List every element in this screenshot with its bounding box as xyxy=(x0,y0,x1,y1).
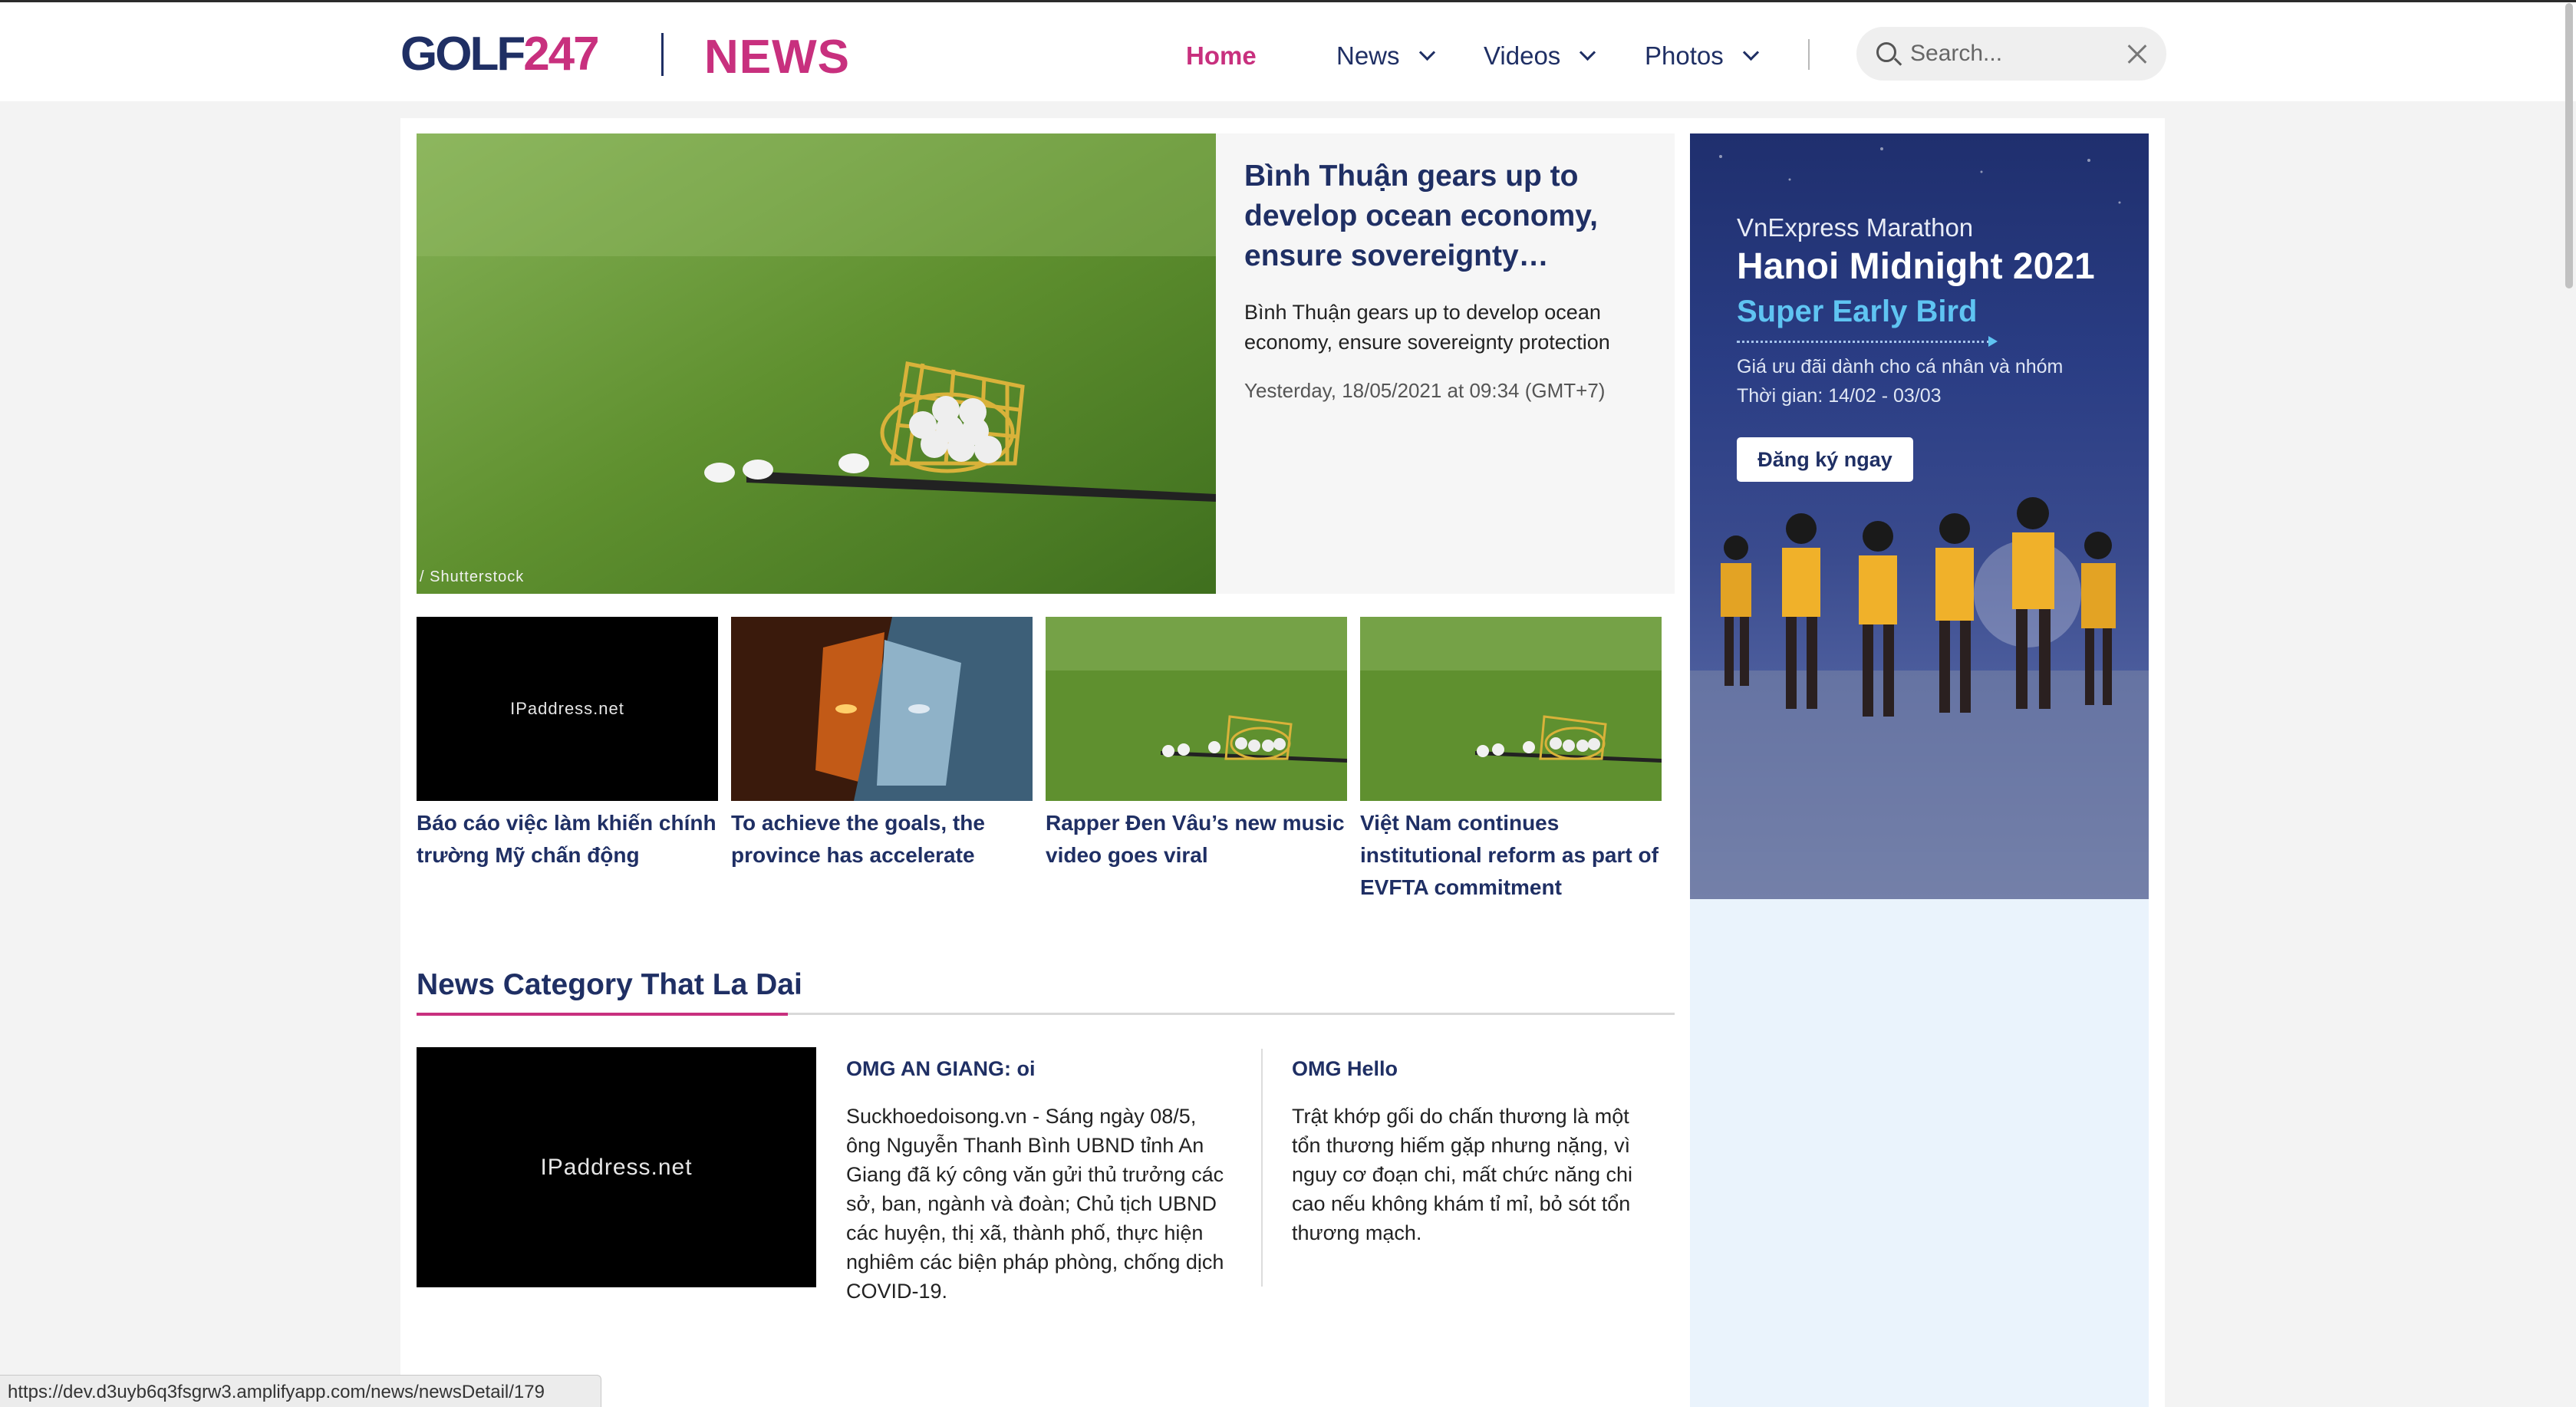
movie-poster-image xyxy=(731,617,1033,801)
hero-image[interactable]: / Shutterstock xyxy=(417,133,1216,594)
thumb-title-4[interactable]: Việt Nam continues institutional reform … xyxy=(1360,807,1662,904)
ad-line-2: Thời gian: 14/02 - 03/03 xyxy=(1737,385,1942,407)
nav-home-label: Home xyxy=(1186,41,1257,70)
ad-subtitle: VnExpress Marathon xyxy=(1737,213,1974,242)
logo-golf-text: GOLF xyxy=(400,27,525,81)
site-header: GOLF 247 NEWS Home News Videos Photos xyxy=(0,2,2576,101)
chevron-down-icon xyxy=(1580,44,1596,61)
arrow-right-icon xyxy=(1988,336,1998,347)
nav-divider xyxy=(1808,39,1810,70)
marathon-advertisement[interactable]: VnExpress Marathon Hanoi Midnight 2021 S… xyxy=(1690,133,2149,899)
category-item-title-2[interactable]: OMG Hello xyxy=(1292,1057,1398,1081)
hero-description: Bình Thuận gears up to develop ocean eco… xyxy=(1244,301,1610,354)
ad-line-1: Giá ưu đãi dành cho cá nhân và nhóm xyxy=(1737,356,2064,377)
category-item-body-1: Suckhoedoisong.vn - Sáng ngày 08/5, ông … xyxy=(846,1105,1224,1303)
thumb-title-3[interactable]: Rapper Đen Vâu’s new music video goes vi… xyxy=(1046,807,1347,872)
nav-videos-label: Videos xyxy=(1484,41,1561,70)
thumb-image-2[interactable] xyxy=(731,617,1033,801)
thumb-title-2[interactable]: To achieve the goals, the province has a… xyxy=(731,807,1033,872)
thumb-image-1[interactable]: IPaddress.net xyxy=(417,617,718,801)
ad-sidebar-panel xyxy=(1690,899,2149,1407)
section-underline-accent xyxy=(417,1013,788,1016)
search-input[interactable] xyxy=(1910,36,2117,71)
search-box xyxy=(1856,27,2166,81)
thumb-image-4[interactable] xyxy=(1360,617,1662,801)
chevron-down-icon xyxy=(1742,44,1759,61)
nav-home[interactable]: Home xyxy=(1186,38,1257,74)
hero-title[interactable]: Bình Thuận gears up to develop ocean eco… xyxy=(1244,157,1643,276)
status-bar-url: https://dev.d3uyb6q3fsgrw3.amplifyapp.co… xyxy=(0,1375,601,1407)
section-title[interactable]: News Category That La Dai xyxy=(417,968,802,1002)
logo-247-text: 247 xyxy=(523,27,599,81)
category-item-title-1[interactable]: OMG AN GIANG: oi xyxy=(846,1057,1035,1081)
nav-news[interactable]: News xyxy=(1336,38,1435,74)
thumb-image-3[interactable] xyxy=(1046,617,1347,801)
thumb-title-1[interactable]: Báo cáo việc làm khiến chính trường Mỹ c… xyxy=(417,807,718,872)
golf-balls-basket-image xyxy=(1360,617,1662,801)
ad-dotted-line xyxy=(1737,341,1990,343)
image-caption: / Shutterstock xyxy=(420,568,525,585)
ad-highlight: Super Early Bird xyxy=(1737,295,1978,328)
logo-news-text[interactable]: NEWS xyxy=(704,30,850,84)
nav-photos-label: Photos xyxy=(1645,41,1724,70)
nav-news-label: News xyxy=(1336,41,1400,70)
golf-balls-basket-image xyxy=(1046,617,1347,801)
search-icon[interactable] xyxy=(1876,42,1896,62)
ad-register-button[interactable]: Đăng ký ngay xyxy=(1737,437,1913,482)
placeholder-image-text: IPaddress.net xyxy=(417,1047,816,1287)
chevron-down-icon xyxy=(1418,44,1435,61)
close-icon[interactable] xyxy=(2125,43,2148,66)
nav-videos[interactable]: Videos xyxy=(1484,38,1596,74)
category-image[interactable]: IPaddress.net xyxy=(417,1047,816,1287)
golf247-logo[interactable]: GOLF 247 xyxy=(400,28,600,81)
category-item-body-2: Trật khớp gối do chấn thương là một tổn … xyxy=(1292,1105,1633,1244)
nav-photos[interactable]: Photos xyxy=(1645,38,1759,74)
logo-divider xyxy=(661,33,664,76)
scrollbar-thumb[interactable] xyxy=(2565,3,2573,288)
ad-title: Hanoi Midnight 2021 xyxy=(1737,246,2095,287)
hero-date: Yesterday, 18/05/2021 at 09:34 (GMT+7) xyxy=(1244,379,1606,402)
placeholder-image-text: IPaddress.net xyxy=(417,617,718,801)
golf-balls-basket-image xyxy=(417,133,1216,594)
category-divider xyxy=(1261,1049,1263,1287)
